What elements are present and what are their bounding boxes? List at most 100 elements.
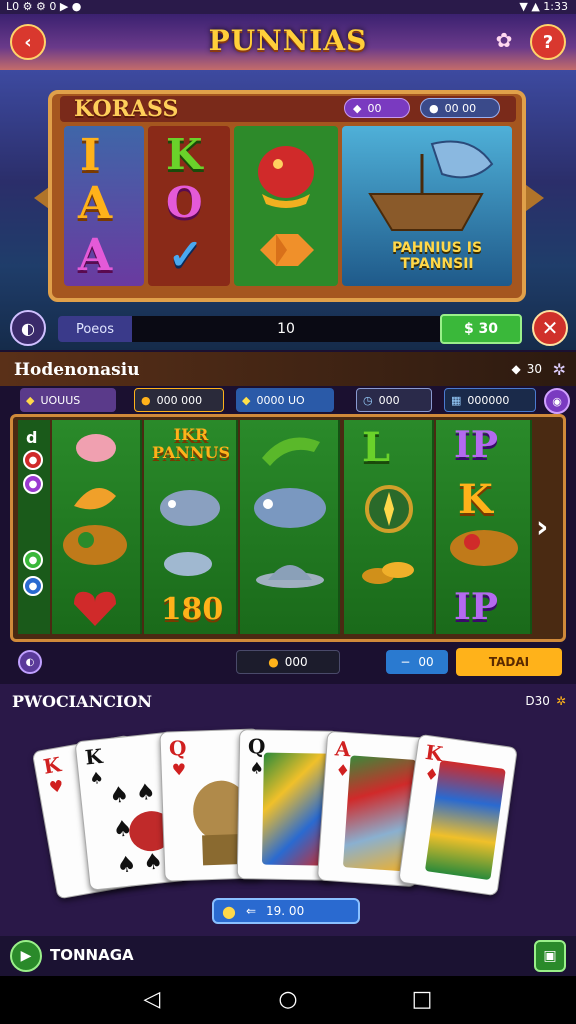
reel-header-symbol: IKR PANNUS: [151, 425, 231, 462]
svg-text:♠ ♠: ♠ ♠: [115, 849, 164, 879]
close-icon: ✕: [541, 316, 559, 340]
slot-1-reel-1: I A A: [64, 126, 144, 286]
reel-symbol: IP: [454, 424, 498, 466]
settings-gear-icon[interactable]: ✲: [553, 360, 566, 379]
coin-icon: ●: [141, 393, 151, 407]
playing-card[interactable]: K ♦: [398, 733, 518, 897]
card-icon: ▦: [451, 393, 462, 407]
play-icon: ▶: [20, 948, 32, 964]
status-bar: L0 ⚙ ⚙ 0 ▶ ● ▼ ▲ 1:33: [0, 0, 576, 14]
auto-play-button[interactable]: ◐: [10, 310, 46, 346]
gift-icon[interactable]: ✿: [490, 28, 518, 56]
payline-dot[interactable]: ●: [23, 450, 43, 470]
fish-boat-icon: [368, 140, 494, 231]
leaf-icon: [74, 488, 116, 510]
section-2-title: Hodenonasiu: [14, 360, 140, 380]
menu-icon: ◉: [552, 394, 562, 408]
slot-1-reel-2: K O ✓: [148, 126, 230, 286]
slot-1-feature-label: PAHNIUS IS TPANNSII: [391, 240, 483, 272]
status-left: L0 ⚙ ⚙ 0 ▶ ●: [6, 0, 82, 13]
card-suit: ♠: [249, 758, 265, 778]
help-button[interactable]: ?: [530, 24, 566, 60]
coin-balance-bar[interactable]: ● ⇐ 19. 00: [212, 898, 360, 924]
shop-button[interactable]: ▣: [534, 940, 566, 972]
card-rank: Q: [247, 734, 266, 759]
reel-symbol: IP: [454, 586, 498, 628]
shop-icon: ▣: [543, 948, 557, 964]
top-header: ‹ PUNNIAS ✿ ?: [0, 14, 576, 70]
clock-icon: ◷: [363, 393, 373, 407]
dragon-fruit-icon: [258, 146, 314, 208]
gem-icon: ◆: [511, 362, 521, 376]
back-button[interactable]: ‹: [10, 24, 46, 60]
gem-icon: ◆: [353, 101, 362, 115]
coin-icon: ●: [429, 101, 439, 115]
spin-button[interactable]: $ 30: [440, 314, 522, 344]
nav-recents-icon[interactable]: □: [408, 988, 436, 1012]
cards-section-value: D30 ✲: [525, 694, 566, 708]
decrease-bet-button[interactable]: −00: [386, 650, 448, 674]
arrow-icon: ⇐: [245, 904, 257, 918]
bet-field-value[interactable]: 10: [132, 316, 440, 342]
game-title: PUNNIAS: [208, 24, 368, 57]
bottom-label: TONNAGA: [50, 946, 134, 964]
payline-dot[interactable]: ●: [23, 474, 43, 494]
status-right: ▼ ▲ 1:33: [519, 0, 568, 13]
bet-field-label: Poeos: [58, 316, 132, 342]
svg-text:♠ ♠: ♠ ♠: [108, 779, 157, 809]
section-2-balance: ◆ 30: [511, 362, 542, 376]
card-rank: Q: [168, 735, 187, 761]
spin-button-2[interactable]: TADAI: [456, 648, 562, 676]
trophy-icon: ◆: [26, 393, 35, 407]
auto-play-button-2[interactable]: ◐: [18, 650, 42, 674]
win-amount: 180: [160, 592, 224, 627]
gear-icon[interactable]: ✲: [556, 694, 566, 708]
play-button[interactable]: ▶: [10, 940, 42, 972]
slot-2-reel-3: [240, 420, 340, 634]
cornucopia-icon: [63, 525, 127, 565]
slot-1-pill-right[interactable]: ● 00 00: [420, 98, 500, 118]
next-reel-arrow-icon[interactable]: ›: [536, 510, 548, 545]
help-icon: ?: [542, 31, 554, 53]
menu-button[interactable]: ◉: [544, 388, 570, 414]
card-rank: K: [41, 752, 63, 779]
king-art-icon: [424, 760, 506, 881]
pig-icon: [76, 434, 116, 462]
boomerang-icon: [262, 437, 320, 466]
auto-icon: ◐: [25, 656, 35, 668]
slot-2-reel-4: L: [344, 420, 434, 634]
hat-icon: [256, 565, 324, 588]
coin-icon: ●: [268, 655, 279, 669]
close-button[interactable]: ✕: [532, 310, 568, 346]
bet-box[interactable]: ● 000: [236, 650, 340, 674]
auto-icon: ◐: [21, 318, 35, 338]
nav-home-icon[interactable]: ○: [274, 988, 302, 1012]
payline-dot[interactable]: ●: [23, 550, 43, 570]
reel-symbol: L: [362, 424, 391, 471]
paylines-sidebar: d ● ● ● ●: [18, 420, 50, 634]
stat-pill-5[interactable]: ▦ 000000: [444, 388, 536, 412]
small-fish-icon: [164, 552, 212, 576]
reel-symbol: K: [166, 130, 203, 179]
stat-pill-1[interactable]: ◆ UOUUS: [20, 388, 116, 412]
gold-coins-icon: [362, 562, 414, 584]
slot-2-reel-1: [52, 420, 142, 634]
card-rank: K: [83, 743, 104, 770]
slot-1-name: KORASS: [74, 96, 179, 122]
payline-dot[interactable]: ●: [23, 576, 43, 596]
stat-pill-4[interactable]: ◷ 000: [356, 388, 432, 412]
reel-symbol: ✓: [168, 230, 204, 279]
slot-1-pill-left[interactable]: ◆ 00: [344, 98, 410, 118]
card-suit: ♥: [47, 775, 66, 798]
compass-icon: [365, 485, 413, 533]
candy-icon: [260, 234, 314, 266]
reel-symbol: K: [458, 476, 493, 523]
fish-icon: [254, 488, 326, 528]
stat-pill-2[interactable]: ● 000 000: [134, 388, 224, 412]
payline-label: d: [26, 428, 38, 447]
reel-symbol: O: [166, 178, 203, 227]
nav-back-icon[interactable]: ◁: [138, 988, 166, 1012]
stat-pill-3[interactable]: ◆ 0000 UO: [236, 388, 334, 412]
slot-1-reel-3: [234, 126, 338, 286]
card-rank: A: [334, 736, 352, 762]
